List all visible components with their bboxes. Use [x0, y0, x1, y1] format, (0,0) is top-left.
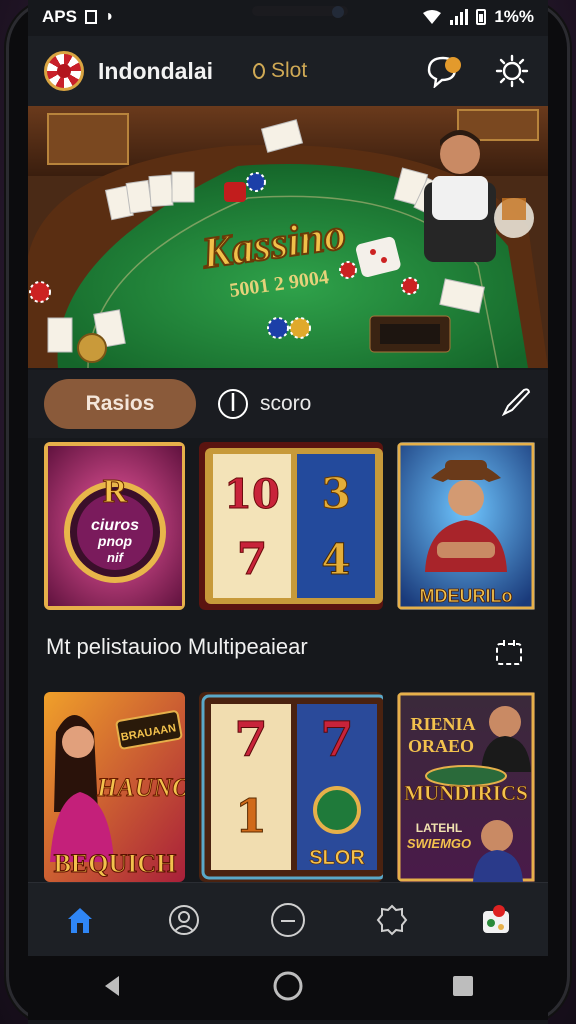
nav-chat[interactable] [263, 895, 313, 945]
edit-button[interactable] [500, 386, 532, 423]
mundirics-title-2: ORAEO [408, 736, 474, 756]
badge-icon [376, 904, 408, 935]
nav-games[interactable] [471, 895, 521, 945]
tile-a-line3: nif [107, 550, 125, 565]
cowboy-game-art: MDEURILo [396, 442, 535, 610]
battery-icon [476, 9, 487, 25]
multiplayer-games-row: BRAUAAN HAUNO BEQUICH 7 7 1 SLOR RIENIA … [44, 692, 538, 882]
slot-reels-art: 10 3 7 4 [199, 442, 383, 610]
game-tile[interactable]: R ciuros pnop nif [44, 442, 186, 610]
app-title: Indondalai [98, 57, 213, 84]
bottom-navigation [28, 882, 548, 956]
hero-banner[interactable]: Kassino 5001 2 9004 [28, 106, 548, 368]
front-camera [332, 6, 344, 18]
back-button[interactable] [101, 974, 125, 1003]
settings-gear-icon [495, 54, 529, 88]
app-logo-icon[interactable] [44, 51, 84, 91]
woman-badge: HAUNO [96, 773, 185, 802]
mundirics-game-art: RIENIA ORAEO MUNDIRICS LATEHL SWIEMGO [396, 692, 535, 882]
slot-777-art: 7 7 1 SLOR [199, 692, 383, 882]
cowboy-caption: MDEURILo [419, 586, 512, 606]
profile-icon [169, 904, 199, 935]
filter-chip-active[interactable]: Rasios [44, 379, 196, 429]
calendar-icon [496, 640, 522, 665]
app-header: Indondalai Slot [28, 36, 548, 106]
filter-bar: Rasios scoro [28, 370, 548, 438]
tile-a-line1: ciuros [91, 517, 139, 534]
wifi-icon [423, 10, 442, 24]
score-filter[interactable]: scoro [216, 387, 311, 421]
section-action-button[interactable] [494, 638, 524, 673]
slot-machine-tile[interactable]: 7 7 1 SLOR [199, 692, 383, 882]
nav-badge[interactable] [367, 895, 417, 945]
chat-bubble-icon [427, 56, 461, 88]
recents-icon [452, 975, 473, 996]
reel-3: 7 [237, 534, 268, 585]
mundirics-sub-2: SWIEMGO [407, 836, 471, 851]
settings-button[interactable] [492, 51, 532, 91]
signal-icon [450, 9, 469, 25]
reel-1: 10 [224, 471, 280, 518]
mundirics-sub-1: LATEHL [416, 821, 462, 835]
game-tile[interactable]: MDEURILo [396, 442, 538, 610]
chat-icon [271, 902, 305, 937]
recents-button[interactable] [451, 974, 475, 1003]
system-navigation [28, 956, 548, 1020]
casino-table-illustration: Kassino 5001 2 9004 [28, 106, 548, 368]
woman-game-art: BRAUAAN HAUNO BEQUICH [44, 692, 186, 882]
svg-text:R: R [103, 473, 128, 510]
home-button[interactable] [272, 970, 304, 1007]
reel-2: 3 [322, 469, 351, 518]
slot-caption: SLOR [309, 847, 365, 869]
section-title: Mt pelistauioo Multipeaiear [46, 634, 308, 659]
status-carrier: APS [42, 7, 77, 26]
game-tile[interactable]: BRAUAAN HAUNO BEQUICH [44, 692, 186, 882]
mundirics-title-1: RIENIA [410, 714, 475, 734]
reel-c: 1 [235, 789, 267, 843]
mundirics-caption: MUNDIRICS [404, 781, 528, 805]
woman-caption: BEQUICH [54, 849, 177, 878]
chat-button[interactable] [424, 51, 464, 91]
home-button-icon [273, 971, 303, 1000]
notification-icon: ◗ [104, 8, 115, 25]
games-icon [483, 904, 509, 933]
slot-machine-tile[interactable]: 10 3 7 4 [199, 442, 383, 610]
nav-profile[interactable] [159, 895, 209, 945]
timer-icon [218, 389, 248, 419]
reel-a: 7 [235, 712, 268, 768]
featured-games-row: R ciuros pnop nif 10 3 7 4 MDEURILo [44, 442, 538, 610]
score-label: scoro [260, 392, 312, 415]
reel-4: 4 [322, 535, 351, 584]
home-icon [68, 907, 92, 933]
tile-a-line2: pnop [97, 533, 133, 549]
slot-link[interactable]: Slot [253, 59, 307, 83]
game-art-emblem: R ciuros pnop nif [44, 442, 186, 610]
game-tile[interactable]: RIENIA ORAEO MUNDIRICS LATEHL SWIEMGO [396, 692, 538, 882]
reel-b: 7 [321, 712, 354, 768]
coin-icon [253, 63, 265, 79]
back-icon [105, 975, 120, 996]
nav-home[interactable] [55, 895, 105, 945]
pencil-icon [501, 387, 531, 416]
status-battery-text: 1%% [494, 7, 534, 26]
sim-icon [84, 10, 97, 24]
slot-label: Slot [271, 59, 308, 82]
